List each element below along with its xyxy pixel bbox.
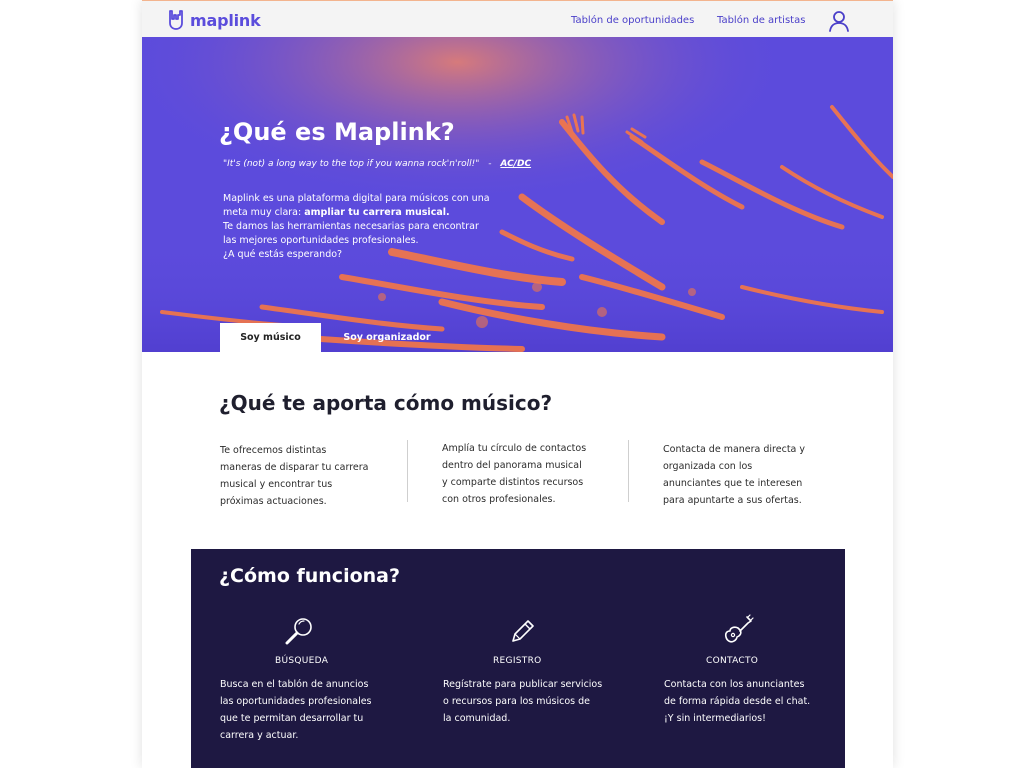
hero-line: Te damos las herramientas necesarias par… [223, 221, 479, 232]
hero-line-highlight: ampliar tu carrera musical. [304, 207, 450, 218]
hero-title: ¿Qué es Maplink? [219, 118, 455, 146]
hero-line: las mejores oportunidades profesionales. [223, 235, 419, 246]
guitar-icon [724, 614, 754, 643]
logo[interactable]: maplink [166, 9, 261, 31]
hero-line: ¿A qué estás esperando? [223, 249, 343, 260]
step-line: las oportunidades profesionales [220, 696, 372, 707]
step-line: de forma rápida desde el chat. [664, 696, 811, 707]
step-line: Contacta con los anunciantes [664, 679, 805, 690]
magnifier-icon [285, 618, 312, 645]
step-line: o recursos para los músicos de [443, 696, 591, 707]
benefit-line: para apuntarte a sus ofertas. [663, 495, 802, 506]
landing-page: maplink Tablón de oportunidades Tablón d… [142, 0, 893, 768]
rock-hand-icon [169, 10, 183, 30]
benefit-line: con otros profesionales. [442, 494, 556, 505]
step-line: que te permitan desarrollar tu [220, 713, 364, 724]
step-line: ¡Y sin intermediarios! [664, 713, 766, 724]
benefit-line: maneras de disparar tu carrera [220, 462, 369, 473]
benefit-line: y comparte distintos recursos [442, 477, 584, 488]
logo-text: maplink [190, 10, 261, 30]
hero-banner: ¿Qué es Maplink? "It's (not) a long way … [142, 37, 893, 352]
benefit-line: organizada con los [663, 461, 753, 472]
hero-line-text: meta muy clara: [223, 207, 305, 218]
step-text-register: Regístrate para publicar servicios o rec… [443, 676, 602, 727]
step-line: carrera y actuar. [220, 730, 299, 741]
benefit-column: Contacta de manera directa y organizada … [663, 441, 853, 509]
step-label-register: REGISTRO [493, 656, 542, 666]
benefits-title: ¿Qué te aporta cómo músico? [219, 391, 553, 415]
user-icon[interactable] [828, 10, 850, 32]
step-line: Busca en el tablón de anuncios [220, 679, 369, 690]
top-navbar: maplink Tablón de oportunidades Tablón d… [142, 0, 893, 37]
benefit-line: Contacta de manera directa y [663, 444, 806, 455]
column-divider [407, 440, 408, 502]
step-line: Regístrate para publicar servicios [443, 679, 603, 690]
benefit-line: Amplía tu círculo de contactos [442, 443, 587, 454]
column-divider [628, 440, 629, 502]
step-text-contact: Contacta con los anunciantes de forma rá… [664, 676, 810, 727]
tab-musician[interactable]: Soy músico [220, 323, 321, 352]
benefit-line: musical y encontrar tus [220, 479, 333, 490]
benefit-column: Te ofrecemos distintas maneras de dispar… [220, 442, 390, 510]
hero-description: Maplink es una plataforma digital para m… [223, 192, 513, 262]
pencil-icon [512, 620, 534, 642]
tab-organizer[interactable]: Soy organizador [332, 323, 442, 352]
benefit-line: Te ofrecemos distintas [220, 445, 327, 456]
quote-text: "It's (not) a long way to the top if you… [223, 159, 480, 169]
benefit-column: Amplía tu círculo de contactos dentro de… [442, 440, 612, 508]
step-line: la comunidad. [443, 713, 511, 724]
step-label-contact: CONTACTO [706, 656, 759, 666]
quote-author-link[interactable]: AC/DC [500, 159, 531, 169]
quote-separator: - [488, 159, 492, 169]
how-it-works-section: ¿Cómo funciona? BÚSQUEDA Busca en el tab… [191, 549, 845, 768]
nav-artists-link[interactable]: Tablón de artistas [717, 15, 805, 26]
benefit-line: próximas actuaciones. [220, 496, 327, 507]
how-it-works-title: ¿Cómo funciona? [219, 565, 401, 587]
step-label-search: BÚSQUEDA [275, 656, 329, 666]
hero-quote: "It's (not) a long way to the top if you… [223, 159, 531, 169]
step-text-search: Busca en el tablón de anuncios las oport… [220, 676, 372, 744]
hero-line: meta muy clara: ampliar tu carrera music… [223, 206, 513, 220]
nav-opportunities-link[interactable]: Tablón de oportunidades [571, 15, 694, 26]
benefit-line: anunciantes que te interesen [663, 478, 803, 489]
hero-line: Maplink es una plataforma digital para m… [223, 193, 490, 204]
benefit-line: dentro del panorama musical [442, 460, 582, 471]
